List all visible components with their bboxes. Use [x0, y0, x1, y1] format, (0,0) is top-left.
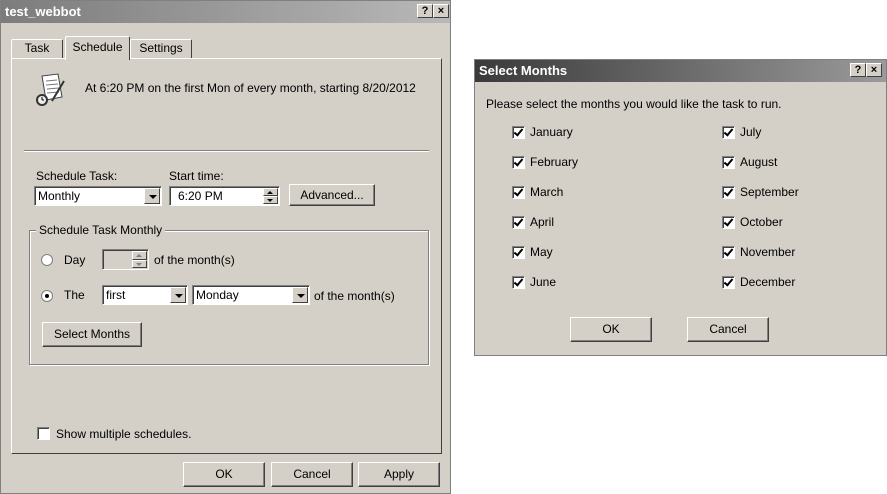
start-time-field[interactable]: 6:20 PM: [169, 186, 280, 206]
months-dialog-title: Select Months: [479, 63, 568, 78]
help-button[interactable]: ?: [417, 4, 433, 18]
month-label-june: June: [530, 275, 557, 289]
weekday-dropdown[interactable]: Monday: [192, 285, 310, 305]
show-multiple-checkbox[interactable]: [37, 427, 50, 440]
day-field[interactable]: [102, 249, 149, 270]
ok-button[interactable]: OK: [183, 462, 265, 487]
the-radio[interactable]: [41, 290, 53, 302]
month-checkbox-january[interactable]: [512, 126, 525, 139]
month-label-september: September: [740, 185, 799, 199]
close-button[interactable]: ×: [433, 4, 449, 18]
schedule-panel: At 6:20 PM on the first Mon of every mon…: [11, 58, 442, 454]
month-label-may: May: [530, 245, 553, 259]
ok-button[interactable]: OK: [570, 317, 652, 342]
weekday-value: Monday: [196, 288, 239, 302]
schedule-summary: At 6:20 PM on the first Mon of every mon…: [85, 81, 416, 95]
month-label-february: February: [530, 155, 579, 169]
month-label-december: December: [740, 275, 796, 289]
group-title: Schedule Task Monthly: [36, 223, 166, 237]
month-checkbox-february[interactable]: [512, 156, 525, 169]
month-checkbox-march[interactable]: [512, 186, 525, 199]
cancel-button[interactable]: Cancel: [271, 462, 353, 487]
tab-schedule[interactable]: Schedule: [65, 36, 130, 60]
tab-task[interactable]: Task: [11, 39, 63, 59]
month-checkbox-april[interactable]: [512, 216, 525, 229]
chevron-down-icon[interactable]: [292, 287, 308, 303]
month-checkbox-may[interactable]: [512, 246, 525, 259]
day-radio[interactable]: [41, 254, 53, 266]
month-label-january: January: [530, 125, 573, 139]
day-of-month-label: of the month(s): [154, 253, 235, 267]
months-dialog-titlebar[interactable]: Select Months: [475, 60, 886, 82]
the-of-month-label: of the month(s): [314, 289, 395, 303]
month-label-march: March: [530, 185, 564, 199]
show-multiple-label: Show multiple schedules.: [56, 427, 192, 441]
schedule-task-dropdown[interactable]: Monthly: [34, 186, 162, 206]
month-label-october: October: [740, 215, 783, 229]
chevron-down-icon[interactable]: [170, 287, 186, 303]
schedule-task-value: Monthly: [38, 189, 81, 203]
tab-settings[interactable]: Settings: [130, 39, 192, 59]
week-dropdown[interactable]: first: [102, 285, 188, 305]
schedule-task-label: Schedule Task:: [36, 169, 118, 183]
start-time-label: Start time:: [169, 169, 224, 183]
week-value: first: [106, 288, 126, 302]
month-checkbox-september[interactable]: [722, 186, 735, 199]
task-window-title: test_webbot: [5, 4, 81, 19]
start-time-spinner[interactable]: [263, 188, 278, 204]
month-checkbox-november[interactable]: [722, 246, 735, 259]
advanced-button[interactable]: Advanced...: [289, 184, 375, 206]
day-spinner[interactable]: [132, 251, 147, 268]
select-months-dialog: Select Months ? × Please select the mont…: [474, 59, 887, 356]
month-checkbox-june[interactable]: [512, 276, 525, 289]
task-window-titlebar[interactable]: test_webbot: [1, 1, 450, 23]
month-checkbox-july[interactable]: [722, 126, 735, 139]
month-label-november: November: [740, 245, 796, 259]
chevron-down-icon[interactable]: [144, 188, 160, 204]
month-label-july: July: [740, 125, 762, 139]
scheduled-task-icon: [34, 73, 68, 107]
apply-button[interactable]: Apply: [358, 462, 440, 487]
day-radio-label: Day: [64, 253, 86, 267]
month-checkbox-october[interactable]: [722, 216, 735, 229]
cancel-button[interactable]: Cancel: [687, 317, 769, 342]
months-prompt: Please select the months you would like …: [486, 97, 782, 111]
start-time-value: 6:20 PM: [178, 189, 223, 203]
the-radio-label: The: [64, 288, 85, 302]
month-checkbox-december[interactable]: [722, 276, 735, 289]
close-button[interactable]: ×: [866, 63, 882, 77]
month-checkbox-august[interactable]: [722, 156, 735, 169]
task-window: test_webbot ? × Task Schedule Settings A…: [0, 0, 451, 494]
help-button[interactable]: ?: [850, 63, 866, 77]
month-label-april: April: [530, 215, 555, 229]
month-label-august: August: [740, 155, 778, 169]
divider: [24, 150, 429, 152]
select-months-button[interactable]: Select Months: [42, 322, 142, 347]
